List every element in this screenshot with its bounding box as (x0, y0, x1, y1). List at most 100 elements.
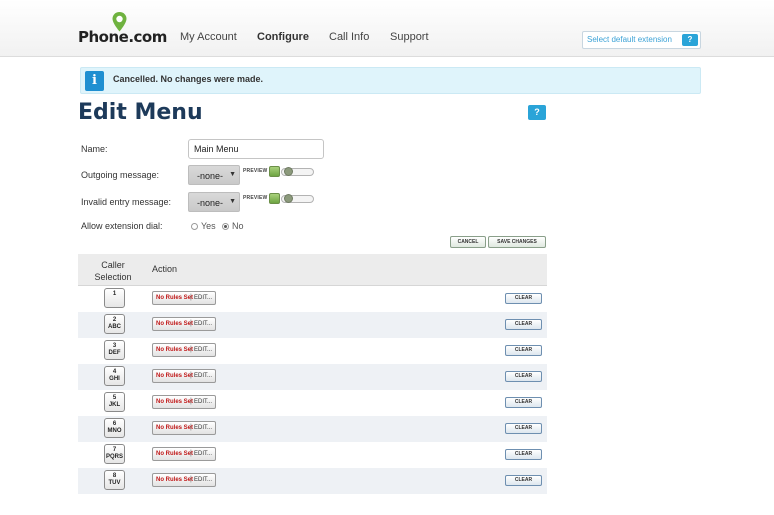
table-row: 5 JKL No Rules Set | EDIT... CLEAR (78, 390, 547, 416)
slider-handle[interactable] (284, 194, 293, 203)
table-header: Caller Selection Action (78, 254, 547, 286)
edit-rules-button[interactable]: No Rules Set | EDIT... (152, 317, 216, 331)
no-rules-label: No Rules Set (156, 399, 194, 405)
allow-no-label: No (232, 221, 244, 231)
chevron-down-icon: ▼ (229, 198, 236, 205)
nav-configure[interactable]: Configure (257, 31, 309, 43)
play-icon[interactable] (269, 166, 280, 177)
slider-handle[interactable] (284, 167, 293, 176)
key-number: 6 (112, 421, 117, 427)
keypad-key-1: 1 (104, 288, 125, 308)
outgoing-message-select[interactable]: -none- ▼ (188, 165, 240, 185)
table-row: 7 PQRS No Rules Set | EDIT... CLEAR (78, 442, 547, 468)
edit-label: EDIT... (194, 321, 213, 327)
table-row: 1 No Rules Set | EDIT... CLEAR (78, 286, 547, 312)
select-default-extension-button[interactable]: Select default extension ? (582, 31, 701, 49)
keypad-key-8: 8 TUV (104, 470, 125, 490)
invalid-preview-player: PREVIEW (242, 193, 314, 205)
info-icon: i (85, 71, 104, 91)
nav-call-info[interactable]: Call Info (329, 31, 369, 43)
no-rules-label: No Rules Set (156, 477, 194, 483)
key-letters: GHI (109, 376, 120, 382)
key-number: 2 (112, 317, 117, 323)
allow-no-radio[interactable] (222, 223, 229, 230)
clear-button[interactable]: CLEAR (505, 449, 542, 460)
table-row: 4 GHI No Rules Set | EDIT... CLEAR (78, 364, 547, 390)
key-letters: ABC (108, 324, 121, 330)
clear-button[interactable]: CLEAR (505, 423, 542, 434)
invalid-entry-label: Invalid entry message: (81, 197, 172, 207)
keypad-key-6: 6 MNO (104, 418, 125, 438)
key-letters: JKL (108, 402, 121, 408)
invalid-entry-select[interactable]: -none- ▼ (188, 192, 240, 212)
table-row: 2 ABC No Rules Set | EDIT... CLEAR (78, 312, 547, 338)
edit-rules-button[interactable]: No Rules Set | EDIT... (152, 395, 216, 409)
keypad-key-2: 2 ABC (104, 314, 125, 334)
edit-rules-button[interactable]: No Rules Set | EDIT... (152, 369, 216, 383)
separator: | (190, 346, 192, 353)
edit-rules-button[interactable]: No Rules Set | EDIT... (152, 421, 216, 435)
separator: | (190, 450, 192, 457)
edit-label: EDIT... (194, 477, 213, 483)
preview-label: PREVIEW (243, 195, 268, 201)
caller-selection-header: Caller Selection (94, 260, 132, 282)
edit-rules-button[interactable]: No Rules Set | EDIT... (152, 343, 216, 357)
no-rules-label: No Rules Set (156, 321, 194, 327)
no-rules-label: No Rules Set (156, 347, 194, 353)
notice-message: Cancelled. No changes were made. (113, 74, 264, 84)
outgoing-message-label: Outgoing message: (81, 170, 160, 180)
extension-button-label: Select default extension (587, 35, 672, 44)
table-row: 3 DEF No Rules Set | EDIT... CLEAR (78, 338, 547, 364)
cancel-button[interactable]: CANCEL (450, 236, 486, 248)
edit-label: EDIT... (194, 373, 213, 379)
key-letters: DEF (108, 350, 121, 356)
key-number: 8 (112, 473, 117, 479)
nav-my-account[interactable]: My Account (180, 31, 237, 43)
cancel-notice: i Cancelled. No changes were made. (80, 67, 701, 94)
question-icon[interactable]: ? (682, 34, 698, 46)
play-icon[interactable] (269, 193, 280, 204)
clear-button[interactable]: CLEAR (505, 475, 542, 486)
separator: | (190, 424, 192, 431)
clear-button[interactable]: CLEAR (505, 371, 542, 382)
allow-yes-radio[interactable] (191, 223, 198, 230)
nav-support[interactable]: Support (390, 31, 429, 43)
allow-extension-dial-label: Allow extension dial: (81, 221, 163, 231)
logo-text: Phone.com (78, 28, 167, 46)
edit-label: EDIT... (194, 295, 213, 301)
allow-yes-label: Yes (201, 221, 216, 231)
outgoing-message-value: -none- (197, 171, 224, 181)
help-question-icon[interactable]: ? (528, 105, 546, 120)
keypad-key-3: 3 DEF (104, 340, 125, 360)
separator: | (190, 372, 192, 379)
edit-rules-button[interactable]: No Rules Set | EDIT... (152, 291, 216, 305)
save-changes-button[interactable]: SAVE CHANGES (488, 236, 546, 248)
key-number: 5 (112, 395, 117, 401)
key-number: 7 (112, 447, 117, 453)
separator: | (190, 476, 192, 483)
clear-button[interactable]: CLEAR (505, 319, 542, 330)
edit-rules-button[interactable]: No Rules Set | EDIT... (152, 447, 216, 461)
clear-button[interactable]: CLEAR (505, 293, 542, 304)
key-letters: TUV (108, 480, 121, 486)
key-number: 4 (112, 369, 117, 375)
name-label: Name: (81, 144, 108, 154)
clear-button[interactable]: CLEAR (505, 345, 542, 356)
separator: | (190, 320, 192, 327)
keypad-key-7: 7 PQRS (104, 444, 125, 464)
key-number: 1 (112, 291, 117, 297)
no-rules-label: No Rules Set (156, 373, 194, 379)
menu-name-input[interactable] (188, 139, 324, 159)
top-header: Phone.com My Account Configure Call Info… (0, 0, 774, 57)
no-rules-label: No Rules Set (156, 425, 194, 431)
edit-label: EDIT... (194, 399, 213, 405)
edit-label: EDIT... (194, 451, 213, 457)
no-rules-label: No Rules Set (156, 295, 194, 301)
chevron-down-icon: ▼ (229, 171, 236, 178)
keypad-key-5: 5 JKL (104, 392, 125, 412)
action-header: Action (152, 264, 178, 274)
clear-button[interactable]: CLEAR (505, 397, 542, 408)
page-title: Edit Menu (78, 100, 203, 125)
phone-com-logo[interactable]: Phone.com (78, 12, 167, 46)
edit-rules-button[interactable]: No Rules Set | EDIT... (152, 473, 216, 487)
